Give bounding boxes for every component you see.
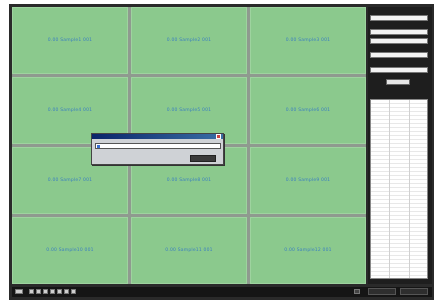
cell-label: 0.00 Sample9 001 [285,178,331,183]
cell-label: 0.00 Sample11 001 [165,248,213,253]
cell-label: 0.00 Sample6 001 [285,108,331,113]
sidebar-header [370,23,428,27]
grid-cell[interactable]: 0.00 Sample10 001 [12,217,128,284]
sidebar-field[interactable] [370,38,428,44]
grid-cell[interactable]: 0.00 Sample1 001 [12,7,128,74]
toolbar-icon[interactable] [354,289,360,294]
sidebar-header [370,46,428,50]
input-cursor [97,145,100,148]
toolbar-button[interactable] [400,288,428,295]
event-list[interactable] [370,99,428,279]
cell-label: 0.00 Sample5 001 [166,108,212,113]
dialog-input[interactable] [95,143,221,149]
layout-button[interactable] [71,289,76,294]
layout-button[interactable] [36,289,41,294]
layout-button[interactable] [57,289,62,294]
layout-button[interactable] [64,289,69,294]
layout-pager [15,289,76,294]
layout-button[interactable] [29,289,34,294]
layout-button[interactable] [43,289,48,294]
sidebar-dropdown[interactable] [370,67,428,73]
sidebar-dropdown[interactable] [370,52,428,58]
input-dialog [91,133,224,165]
cell-label: 0.00 Sample2 001 [166,38,212,43]
control-sidebar [368,7,432,284]
grid-cell[interactable]: 0.00 Sample3 001 [250,7,366,74]
dialog-ok-button[interactable] [190,155,216,162]
sidebar-field[interactable] [370,15,428,21]
close-icon[interactable] [216,134,221,139]
cell-label: 0.00 Sample12 001 [284,248,332,253]
grid-cell[interactable]: 0.00 Sample9 001 [250,147,366,214]
apply-button[interactable] [386,79,410,85]
sidebar-header [370,9,428,13]
cell-label: 0.00 Sample8 001 [166,178,212,183]
cell-label: 0.00 Sample3 001 [285,38,331,43]
cell-label: 0.00 Sample10 001 [46,248,94,253]
bottom-toolbar [12,287,432,297]
sidebar-field[interactable] [370,29,428,35]
sidebar-header [370,61,428,65]
cell-label: 0.00 Sample7 001 [47,178,93,183]
cell-label: 0.00 Sample1 001 [47,38,93,43]
layout-button[interactable] [50,289,55,294]
grid-cell[interactable]: 0.00 Sample11 001 [131,217,247,284]
toolbar-button[interactable] [368,288,396,295]
grid-cell[interactable]: 0.00 Sample6 001 [250,77,366,144]
layout-button[interactable] [15,289,23,294]
grid-cell[interactable]: 0.00 Sample12 001 [250,217,366,284]
cell-label: 0.00 Sample4 001 [47,108,93,113]
dialog-title-bar[interactable] [92,134,223,139]
grid-cell[interactable]: 0.00 Sample2 001 [131,7,247,74]
